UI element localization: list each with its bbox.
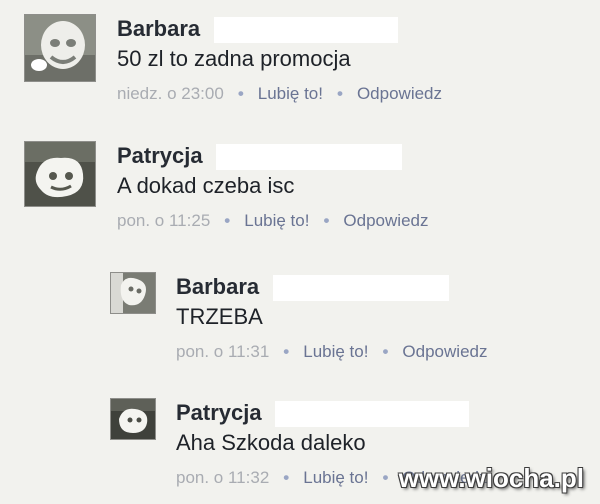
comment-author[interactable]: Patrycja xyxy=(176,400,262,425)
comment-actions: pon. o 11:31 • Lubię to! • Odpowiedz xyxy=(176,340,586,364)
comment-text: A dokad czeba isc xyxy=(117,173,295,198)
profile-photo-icon xyxy=(25,142,95,206)
comment: Barbara 50 zl to zadna promocja niedz. o… xyxy=(24,14,584,114)
avatar[interactable] xyxy=(24,14,96,82)
comment-author[interactable]: Barbara xyxy=(117,16,200,41)
profile-photo-icon xyxy=(111,399,155,439)
separator-dot: • xyxy=(382,468,389,487)
like-link[interactable]: Lubię to! xyxy=(258,84,323,103)
profile-photo-icon xyxy=(111,273,155,313)
like-link[interactable]: Lubię to! xyxy=(303,468,368,487)
reply-link[interactable]: Odpowiedz xyxy=(343,211,428,230)
avatar[interactable] xyxy=(110,272,156,314)
separator-dot: • xyxy=(323,211,330,230)
separator-dot: • xyxy=(337,84,343,103)
comment-text: TRZEBA xyxy=(176,304,263,329)
reply-link[interactable]: Odpowiedz xyxy=(357,84,442,103)
profile-photo-icon xyxy=(25,15,95,81)
redacted-surname xyxy=(216,144,402,170)
comment-timestamp[interactable]: pon. o 11:31 xyxy=(176,342,269,361)
comment-timestamp[interactable]: niedz. o 23:00 xyxy=(117,84,224,103)
comment-text: 50 zl to zadna promocja xyxy=(117,46,351,71)
comment: Patrycja A dokad czeba isc pon. o 11:25 •… xyxy=(24,141,584,241)
site-watermark: www.wiocha.pl xyxy=(398,463,584,493)
redacted-surname xyxy=(214,17,398,43)
separator-dot: • xyxy=(224,211,231,230)
comment-author[interactable]: Patrycja xyxy=(117,143,203,168)
reply-comment: Barbara TRZEBA pon. o 11:31 • Lubię to! • Od… xyxy=(110,272,590,372)
comment-actions: niedz. o 23:00 • Lubię to! • Odpowiedz xyxy=(117,82,587,106)
comment-author[interactable]: Barbara xyxy=(176,274,259,299)
separator-dot: • xyxy=(283,468,290,487)
separator-dot: • xyxy=(382,342,389,361)
like-link[interactable]: Lubię to! xyxy=(244,211,309,230)
comment-timestamp[interactable]: pon. o 11:32 xyxy=(176,468,269,487)
avatar[interactable] xyxy=(110,398,156,440)
like-link[interactable]: Lubię to! xyxy=(303,342,368,361)
separator-dot: • xyxy=(283,342,290,361)
redacted-surname xyxy=(273,275,449,301)
avatar[interactable] xyxy=(24,141,96,207)
comment-text: Aha Szkoda daleko xyxy=(176,430,366,455)
comment-timestamp[interactable]: pon. o 11:25 xyxy=(117,211,210,230)
separator-dot: • xyxy=(237,84,244,103)
reply-link[interactable]: Odpowiedz xyxy=(402,342,487,361)
redacted-surname xyxy=(275,401,469,427)
comment-actions: pon. o 11:25 • Lubię to! • Odpowiedz xyxy=(117,209,587,233)
